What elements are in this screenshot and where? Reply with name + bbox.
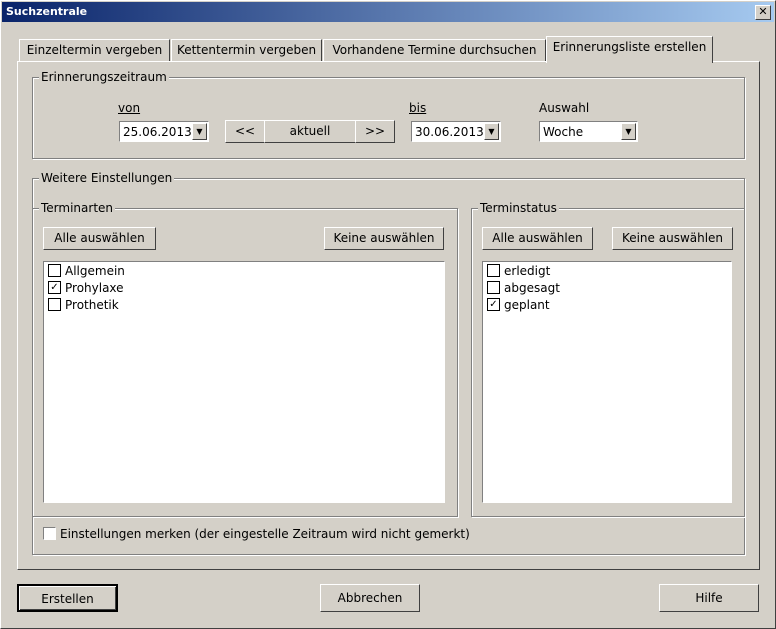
bis-date-value: 30.06.2013 — [415, 125, 484, 139]
title-bar[interactable]: Suchzentrale ✕ — [2, 2, 774, 22]
chevron-down-icon[interactable]: ▼ — [621, 123, 636, 140]
terminart-label: Allgemein — [65, 264, 125, 278]
current-period-button[interactable]: aktuell — [264, 120, 356, 143]
list-item[interactable]: Prothetik — [48, 297, 119, 313]
checkbox[interactable] — [487, 264, 500, 277]
terminarten-select-none-button[interactable]: Keine auswählen — [324, 227, 444, 250]
terminstatus-label: geplant — [504, 298, 550, 312]
terminstatus-select-none-button[interactable]: Keine auswählen — [612, 227, 733, 250]
terminstatus-label: abgesagt — [504, 281, 560, 295]
terminstatus-select-all-button[interactable]: Alle auswählen — [482, 227, 593, 250]
tab-einzeltermin[interactable]: Einzeltermin vergeben — [19, 39, 170, 62]
tab-panel: Erinnerungszeitraum von 25.06.2013 ▼ << … — [17, 61, 760, 570]
tab-vorhandene-termine[interactable]: Vorhandene Termine durchsuchen — [323, 39, 546, 62]
weitere-einstellungen-group: Weitere Einstellungen Terminarten Alle a… — [32, 171, 745, 555]
terminarten-group: Terminarten Alle auswählen Keine auswähl… — [32, 201, 458, 517]
list-item[interactable]: abgesagt — [487, 280, 560, 296]
terminart-label: Prohylaxe — [65, 281, 124, 295]
chevron-down-icon[interactable]: ▼ — [484, 123, 499, 140]
checkbox[interactable] — [48, 264, 61, 277]
terminart-label: Prothetik — [65, 298, 119, 312]
zeitraum-legend: Erinnerungszeitraum — [39, 70, 169, 84]
remember-settings-checkbox[interactable] — [43, 527, 56, 540]
checkbox[interactable]: ✓ — [48, 281, 61, 294]
prev-period-button[interactable]: << — [225, 120, 265, 143]
cancel-button[interactable]: Abbrechen — [320, 584, 420, 612]
bis-date-combo[interactable]: 30.06.2013 ▼ — [411, 121, 501, 142]
bis-label: bis — [409, 101, 427, 115]
zeitraum-group: Erinnerungszeitraum von 25.06.2013 ▼ << … — [32, 70, 745, 159]
terminarten-list[interactable]: Allgemein ✓ Prohylaxe Prothetik — [43, 261, 445, 503]
list-item[interactable]: ✓ geplant — [487, 297, 550, 313]
auswahl-combo[interactable]: Woche ▼ — [539, 121, 638, 142]
von-date-combo[interactable]: 25.06.2013 ▼ — [119, 121, 209, 142]
dialog-window: Suchzentrale ✕ Einzeltermin vergeben Ket… — [0, 0, 776, 629]
window-title: Suchzentrale — [6, 5, 88, 18]
weitere-einstellungen-legend: Weitere Einstellungen — [39, 171, 175, 185]
remember-settings-label: Einstellungen merken (der eingestelle Ze… — [60, 527, 470, 541]
terminstatus-label: erledigt — [504, 264, 551, 278]
list-item[interactable]: ✓ Prohylaxe — [48, 280, 124, 296]
von-label: von — [118, 101, 141, 115]
tab-kettentermin[interactable]: Kettentermin vergeben — [171, 39, 322, 62]
checkbox[interactable] — [487, 281, 500, 294]
auswahl-label: Auswahl — [539, 101, 590, 115]
auswahl-value: Woche — [543, 125, 584, 139]
next-period-button[interactable]: >> — [355, 120, 395, 143]
list-item[interactable]: Allgemein — [48, 263, 125, 279]
remember-settings-checkbox-row[interactable]: Einstellungen merken (der eingestelle Ze… — [43, 526, 470, 542]
tab-erinnerungsliste[interactable]: Erinnerungsliste erstellen — [546, 36, 713, 63]
von-date-value: 25.06.2013 — [123, 125, 192, 139]
terminstatus-legend: Terminstatus — [478, 201, 559, 215]
terminstatus-list[interactable]: erledigt abgesagt ✓ geplant — [482, 261, 732, 503]
chevron-down-icon[interactable]: ▼ — [192, 123, 207, 140]
checkbox[interactable] — [48, 298, 61, 311]
terminstatus-group: Terminstatus Alle auswählen Keine auswäh… — [471, 201, 745, 517]
help-button[interactable]: Hilfe — [659, 584, 759, 612]
create-button[interactable]: Erstellen — [17, 584, 118, 612]
close-button[interactable]: ✕ — [755, 5, 771, 20]
checkbox[interactable]: ✓ — [487, 298, 500, 311]
terminarten-select-all-button[interactable]: Alle auswählen — [43, 227, 156, 250]
list-item[interactable]: erledigt — [487, 263, 550, 279]
terminarten-legend: Terminarten — [39, 201, 116, 215]
